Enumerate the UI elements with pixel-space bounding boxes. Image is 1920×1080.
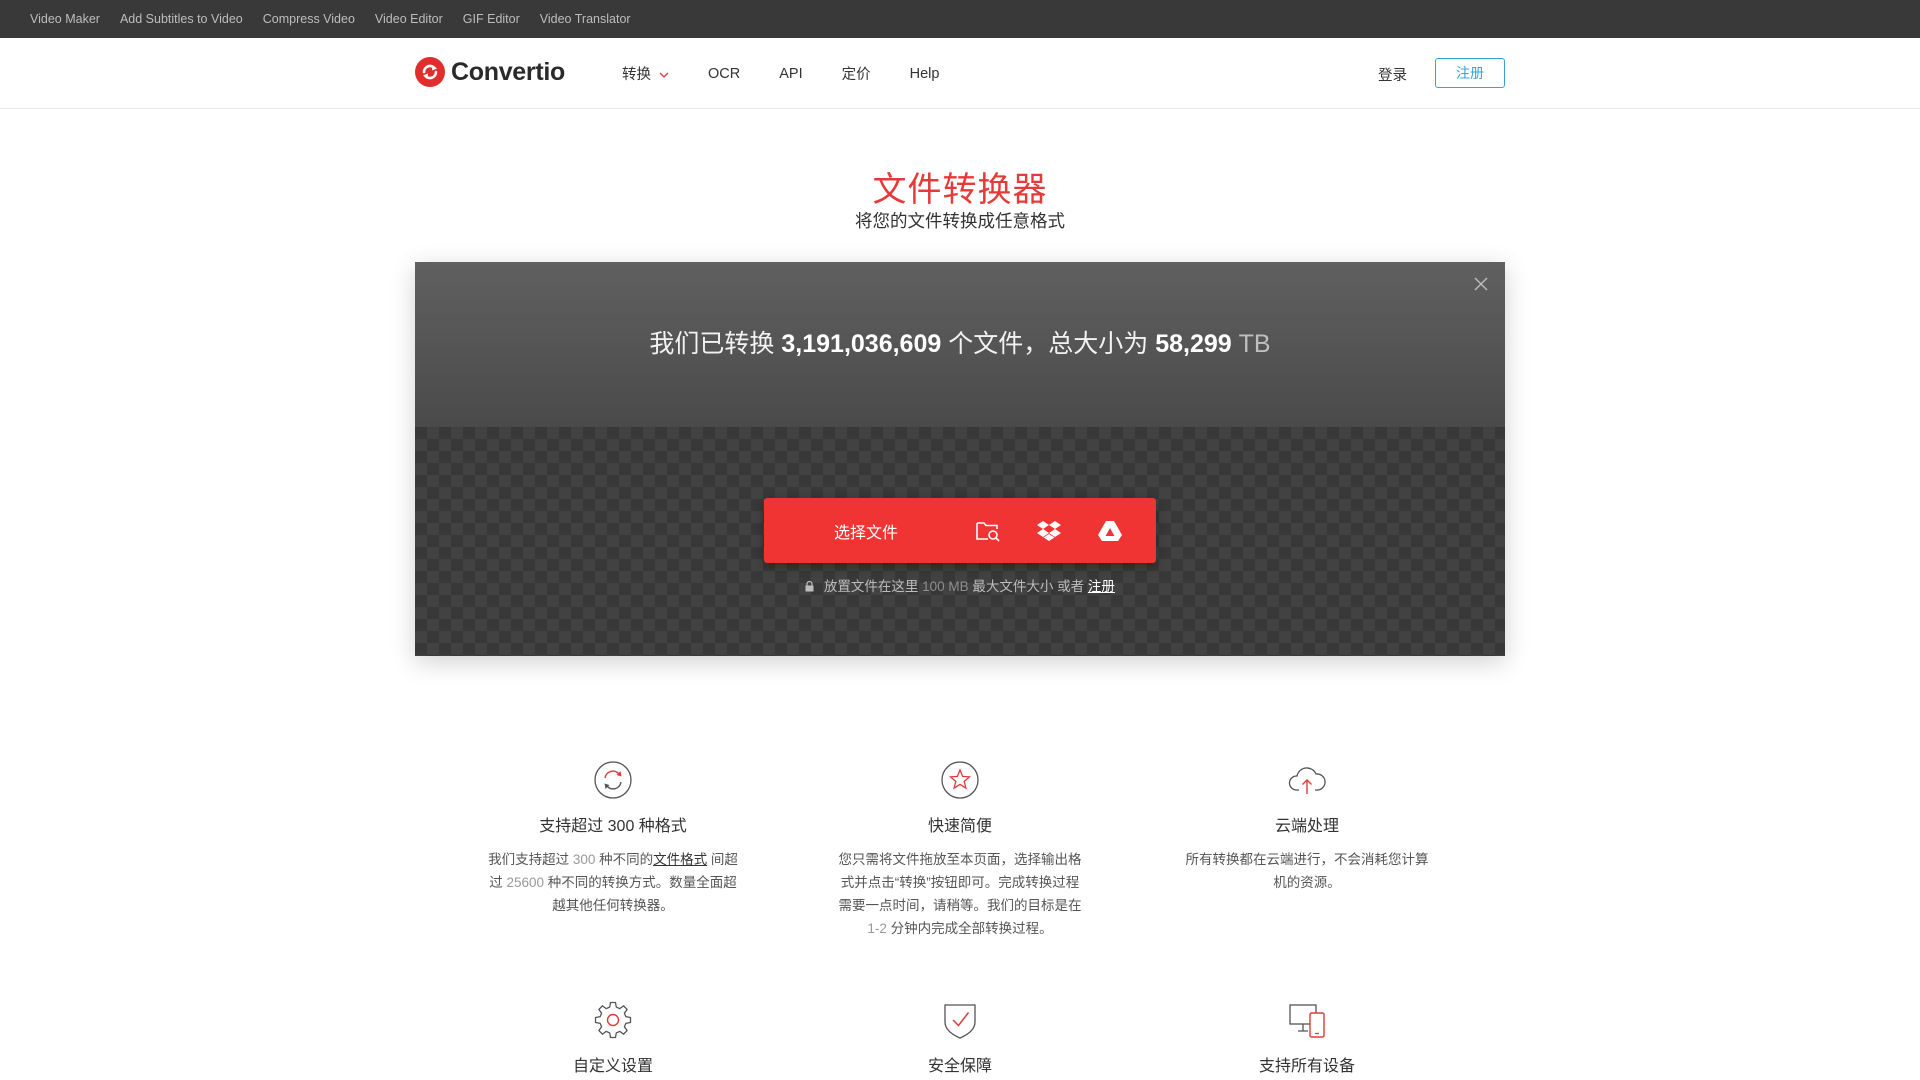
feature-formats-text-a: 我们支持超过 [488,852,570,867]
topbar-link-video-editor[interactable]: Video Editor [375,12,443,26]
main-nav: 转换 OCR API 定价 Help [622,38,978,109]
site-header: Convertio 转换 OCR API 定价 Help 登录 注册 [0,38,1920,109]
logo-text: Convertio [451,57,565,86]
dropbox-icon[interactable] [1036,518,1062,544]
top-links-bar: Video Maker Add Subtitles to Video Compr… [0,0,1920,38]
nav-help[interactable]: Help [910,66,940,82]
feature-security-title: 安全保障 [927,1058,992,1075]
topbar-link-compress-video[interactable]: Compress Video [263,12,355,26]
refresh-icon [593,760,633,800]
feature-formats: 支持超过 300 种格式 我们支持超过 300 种不同的文件格式 间超过 256… [488,760,738,917]
topbar-link-video-maker[interactable]: Video Maker [30,12,100,26]
shield-check-icon [940,1000,980,1040]
feature-formats-desc: 我们支持超过 300 种不同的文件格式 间超过 25600 种不同的转换方式。数… [488,848,738,917]
drop-zone[interactable]: 选择文件 放置文件在这里 100 MB 最大文件大小 或者 注册 [415,427,1505,656]
stats-prefix: 我们已转换 [649,330,775,358]
drop-signup-link[interactable]: 注册 [1088,579,1115,594]
feature-fast-desc: 您只需将文件拖放至本页面，选择输出格式并点击“转换”按钮即可。完成转换过程需要一… [835,848,1085,940]
feature-cloud-title: 云端处理 [1274,818,1339,835]
nav-convert-label: 转换 [622,67,651,83]
lock-icon [805,580,814,595]
signup-button[interactable]: 注册 [1435,58,1505,88]
feature-custom-settings: 自定义设置 [488,1000,738,1076]
nav-pricing[interactable]: 定价 [842,63,871,84]
stats-files-count: 3,191,036,609 [781,330,942,358]
devices-icon [1287,1000,1327,1040]
folder-search-icon[interactable] [975,518,1001,544]
feature-all-devices-title: 支持所有设备 [1258,1058,1355,1075]
feature-all-devices: 支持所有设备 [1182,1000,1432,1076]
stats-text: 我们已转换 3,191,036,609 个文件，总大小为 58,299 TB [415,324,1505,360]
page-subtitle: 将您的文件转换成任意格式 [855,211,1065,231]
feature-security: 安全保障 [835,1000,1085,1076]
google-drive-icon[interactable] [1097,518,1123,544]
page-title: 文件转换器 [872,171,1048,209]
stats-middle: 个文件，总大小为 [948,330,1149,358]
choose-files-label: 选择文件 [834,524,899,542]
converter-box: 我们已转换 3,191,036,609 个文件，总大小为 58,299 TB 选… [415,262,1505,656]
convertio-logo-icon [415,57,445,87]
drop-note: 放置文件在这里 100 MB 最大文件大小 或者 注册 [415,575,1505,595]
drop-note-prefix: 放置文件在这里 [823,579,919,594]
nav-api[interactable]: API [779,66,802,82]
stats-total-size: 58,299 [1155,330,1232,358]
stats-unit: TB [1238,330,1271,358]
feature-formats-text-b: 种不同的 [599,852,654,867]
feature-fast-text-b: 分钟内完成全部转换过程。 [890,921,1053,936]
drop-note-middle: 最大文件大小 或者 [972,579,1085,594]
stats-banner: 我们已转换 3,191,036,609 个文件，总大小为 58,299 TB [415,262,1505,427]
max-size-value: 100 MB [922,579,969,594]
chevron-down-icon [659,66,669,82]
topbar-link-add-subtitles[interactable]: Add Subtitles to Video [120,12,243,26]
nav-ocr[interactable]: OCR [708,66,740,82]
conversion-minutes: 1-2 [867,921,887,936]
feature-cloud-desc: 所有转换都在云端进行，不会消耗您计算机的资源。 [1185,852,1429,890]
topbar-link-gif-editor[interactable]: GIF Editor [463,12,520,26]
gear-icon [593,1000,633,1040]
nav-convert[interactable]: 转换 [622,63,669,84]
feature-fast-title: 快速简便 [927,818,992,835]
formats-count: 300 [572,852,596,867]
star-icon [940,760,980,800]
feature-formats-title: 支持超过 300 种格式 [539,818,687,835]
close-icon[interactable] [1473,276,1489,297]
feature-fast-text-a: 您只需将文件拖放至本页面，选择输出格式并点击“转换”按钮即可。完成转换过程需要一… [838,852,1082,913]
conversions-count: 25600 [506,875,545,890]
feature-fast: 快速简便 您只需将文件拖放至本页面，选择输出格式并点击“转换”按钮即可。完成转换… [835,760,1085,940]
topbar-link-video-translator[interactable]: Video Translator [540,12,631,26]
feature-formats-text-d: 种不同的转换方式。数量全面超越其他任何转换器。 [547,875,737,913]
login-link[interactable]: 登录 [1378,64,1407,85]
logo[interactable]: Convertio [415,57,565,87]
feature-custom-settings-title: 自定义设置 [572,1058,653,1075]
feature-cloud: 云端处理 所有转换都在云端进行，不会消耗您计算机的资源。 [1182,760,1432,894]
choose-files-button[interactable]: 选择文件 [764,498,1156,563]
file-formats-link[interactable]: 文件格式 [653,852,707,867]
cloud-upload-icon [1287,760,1327,800]
